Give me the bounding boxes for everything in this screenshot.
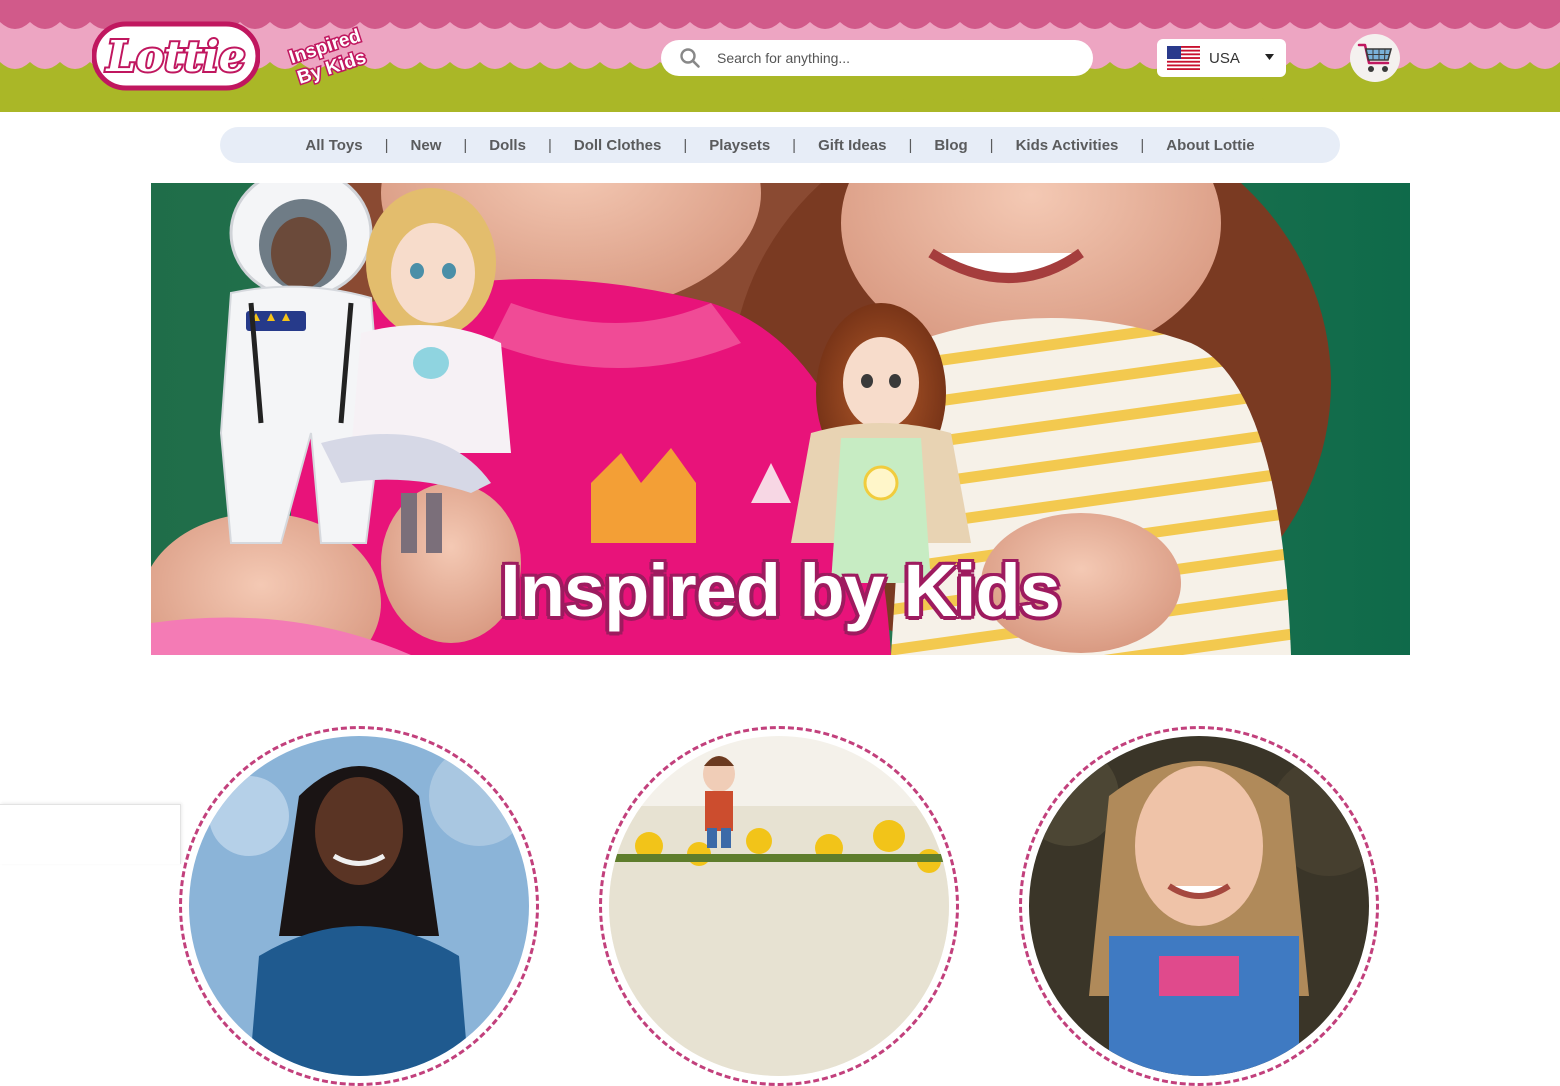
nav-separator: | <box>384 136 389 154</box>
sunflower-doll-image <box>609 736 949 1076</box>
feature-card-image <box>1029 736 1369 1076</box>
nav-separator: | <box>908 136 913 154</box>
country-label: USA <box>1209 49 1240 67</box>
nav-item-playsets[interactable]: Playsets <box>707 137 772 154</box>
logo-text: Lottie <box>105 32 245 81</box>
feature-card-3[interactable] <box>1019 726 1379 1086</box>
nav-separator: | <box>683 136 688 154</box>
main-navigation: All Toys | New | Dolls | Doll Clothes | … <box>220 127 1340 163</box>
nav-item-gift-ideas[interactable]: Gift Ideas <box>816 137 888 154</box>
search-bar[interactable] <box>661 40 1093 76</box>
us-flag-icon <box>1167 46 1200 70</box>
nav-separator: | <box>989 136 994 154</box>
nav-separator: | <box>1140 136 1145 154</box>
shopping-cart-icon <box>1357 43 1393 72</box>
hero-banner[interactable] <box>151 183 1410 655</box>
floating-widget[interactable] <box>0 804 181 864</box>
nav-item-dolls[interactable]: Dolls <box>487 137 528 154</box>
feature-card-image <box>609 736 949 1076</box>
feature-card-2[interactable] <box>599 726 959 1086</box>
nav-item-new[interactable]: New <box>409 137 444 154</box>
nav-separator: | <box>792 136 797 154</box>
feature-card-1[interactable] <box>179 726 539 1086</box>
search-input[interactable] <box>715 49 1055 67</box>
country-selector[interactable]: USA <box>1157 39 1286 77</box>
lottie-logo[interactable]: Lottie <box>92 16 260 92</box>
nav-item-all-toys[interactable]: All Toys <box>303 137 364 154</box>
hero-photo <box>151 183 1410 655</box>
girl-portrait-image <box>189 736 529 1076</box>
smiling-girl-image <box>1029 736 1369 1076</box>
site-header: Lottie Inspired By Kids Search for anyth… <box>0 0 1560 112</box>
nav-item-blog[interactable]: Blog <box>932 137 969 154</box>
cart-button[interactable] <box>1350 34 1400 82</box>
nav-item-kids-activities[interactable]: Kids Activities <box>1014 137 1121 154</box>
nav-separator: | <box>463 136 468 154</box>
feature-card-image <box>189 736 529 1076</box>
nav-item-about-lottie[interactable]: About Lottie <box>1164 137 1256 154</box>
inspired-by-kids-badge: Inspired By Kids <box>285 24 370 88</box>
nav-separator: | <box>547 136 552 154</box>
nav-item-doll-clothes[interactable]: Doll Clothes <box>572 137 664 154</box>
chevron-down-icon <box>1265 54 1274 60</box>
search-icon[interactable] <box>679 47 701 69</box>
